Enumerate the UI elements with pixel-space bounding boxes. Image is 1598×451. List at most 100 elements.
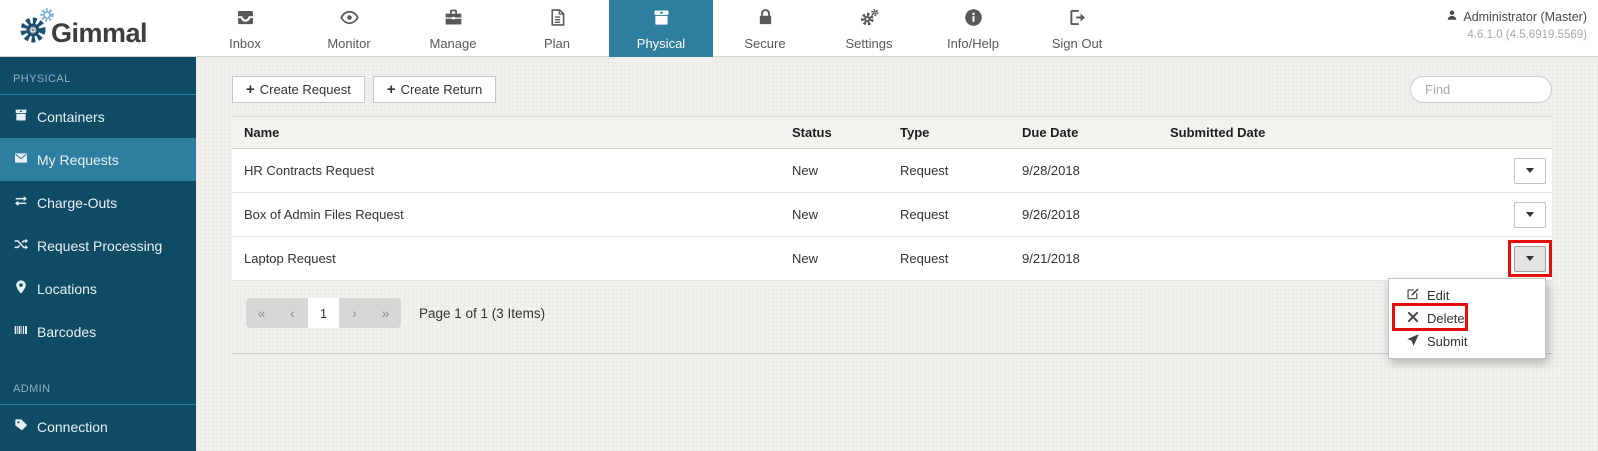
menu-item-label: Delete bbox=[1427, 311, 1465, 326]
column-header-submitted-date[interactable]: Submitted Date bbox=[1158, 125, 1308, 140]
cell-actions bbox=[1308, 158, 1552, 184]
nav-tab-plan[interactable]: Plan bbox=[505, 0, 609, 57]
content-divider bbox=[232, 353, 1552, 354]
column-header-status[interactable]: Status bbox=[780, 125, 888, 140]
pager-summary: Page 1 of 1 (3 Items) bbox=[419, 306, 545, 321]
cell-type: Request bbox=[888, 163, 1010, 178]
shuffle-icon bbox=[13, 236, 29, 255]
cell-due-date: 9/26/2018 bbox=[1010, 207, 1158, 222]
briefcase-icon bbox=[443, 7, 464, 33]
nav-tab-secure[interactable]: Secure bbox=[713, 0, 817, 57]
sidebar-item-connection[interactable]: Connection bbox=[0, 405, 196, 448]
pager-page-1-button[interactable]: 1 bbox=[308, 298, 339, 328]
menu-item-delete[interactable]: Delete bbox=[1389, 307, 1545, 330]
info-icon bbox=[963, 7, 984, 33]
create-request-label: Create Request bbox=[260, 82, 351, 97]
caret-down-icon bbox=[1526, 212, 1534, 217]
menu-item-label: Edit bbox=[1427, 288, 1449, 303]
column-header-type[interactable]: Type bbox=[888, 125, 1010, 140]
barcode-icon bbox=[13, 322, 29, 341]
main-content: + Create Request + Create Return Name St… bbox=[196, 57, 1598, 451]
user-name-row[interactable]: Administrator (Master) bbox=[1446, 9, 1587, 24]
sidebar-item-label: Barcodes bbox=[37, 324, 96, 340]
sidebar-section-admin: ADMIN bbox=[0, 353, 196, 404]
nav-tab-sign-out[interactable]: Sign Out bbox=[1025, 0, 1129, 57]
menu-item-submit[interactable]: Submit bbox=[1389, 330, 1545, 353]
nav-label: Secure bbox=[744, 36, 785, 51]
create-request-button[interactable]: + Create Request bbox=[232, 76, 365, 103]
plus-icon: + bbox=[246, 81, 255, 98]
row-actions-dropdown-button-open[interactable] bbox=[1514, 246, 1546, 272]
row-actions-dropdown-button[interactable] bbox=[1514, 202, 1546, 228]
nav-label: Physical bbox=[637, 36, 685, 51]
nav-label: Info/Help bbox=[947, 36, 999, 51]
sidebar-item-label: Containers bbox=[37, 109, 105, 125]
cell-status: New bbox=[780, 251, 888, 266]
sidebar-item-my-requests[interactable]: My Requests bbox=[0, 138, 196, 181]
cell-name: HR Contracts Request bbox=[232, 163, 780, 178]
sign-out-icon bbox=[1067, 7, 1088, 33]
toolbar: + Create Request + Create Return bbox=[232, 76, 1552, 103]
sidebar-item-label: Request Processing bbox=[37, 238, 162, 254]
cell-type: Request bbox=[888, 207, 1010, 222]
nav-tab-settings[interactable]: Settings bbox=[817, 0, 921, 57]
table-row[interactable]: Laptop Request New Request 9/21/2018 bbox=[232, 237, 1552, 281]
nav-label: Settings bbox=[846, 36, 893, 51]
edit-icon bbox=[1406, 287, 1420, 304]
column-header-due-date[interactable]: Due Date bbox=[1010, 125, 1158, 140]
sidebar-item-label: Locations bbox=[37, 281, 97, 297]
swap-arrows-icon bbox=[13, 193, 29, 212]
nav-tab-manage[interactable]: Manage bbox=[401, 0, 505, 57]
user-label: Administrator (Master) bbox=[1463, 10, 1587, 24]
sidebar-item-barcodes[interactable]: Barcodes bbox=[0, 310, 196, 353]
app-window: Gimmal Inbox Monitor Manage bbox=[0, 0, 1598, 451]
document-icon bbox=[547, 7, 568, 33]
x-icon bbox=[1406, 310, 1420, 327]
table-header-row: Name Status Type Due Date Submitted Date bbox=[232, 116, 1552, 149]
sidebar-item-request-processing[interactable]: Request Processing bbox=[0, 224, 196, 267]
sidebar-item-charge-outs[interactable]: Charge-Outs bbox=[0, 181, 196, 224]
row-actions-dropdown-button[interactable] bbox=[1514, 158, 1546, 184]
pager-next-button[interactable]: › bbox=[339, 298, 370, 328]
gears-icon bbox=[859, 7, 880, 33]
archive-box-icon bbox=[651, 7, 672, 33]
column-header-name[interactable]: Name bbox=[232, 125, 780, 140]
top-header: Gimmal Inbox Monitor Manage bbox=[0, 0, 1598, 57]
lock-icon bbox=[755, 7, 776, 33]
eye-icon bbox=[339, 7, 360, 33]
nav-tab-info-help[interactable]: Info/Help bbox=[921, 0, 1025, 57]
pager-last-button[interactable]: » bbox=[370, 298, 401, 328]
map-pin-icon bbox=[13, 279, 29, 298]
nav-tab-monitor[interactable]: Monitor bbox=[297, 0, 401, 57]
sidebar-item-label: Charge-Outs bbox=[37, 195, 117, 211]
container-box-icon bbox=[13, 107, 29, 126]
nav-label: Monitor bbox=[327, 36, 370, 51]
main-nav: Inbox Monitor Manage Plan bbox=[193, 0, 1129, 57]
row-actions-menu: Edit Delete Submit bbox=[1388, 278, 1546, 359]
caret-down-icon bbox=[1526, 168, 1534, 173]
sidebar: PHYSICAL Containers My Requests Charge-O… bbox=[0, 57, 196, 451]
create-return-button[interactable]: + Create Return bbox=[373, 76, 496, 103]
table-row[interactable]: Box of Admin Files Request New Request 9… bbox=[232, 193, 1552, 237]
nav-label: Sign Out bbox=[1052, 36, 1103, 51]
cell-actions bbox=[1308, 246, 1552, 272]
table-row[interactable]: HR Contracts Request New Request 9/28/20… bbox=[232, 149, 1552, 193]
user-info: Administrator (Master) 4.6.1.0 (4.5.6919… bbox=[1446, 9, 1587, 41]
plus-icon: + bbox=[387, 81, 396, 98]
caret-down-icon bbox=[1526, 256, 1534, 261]
sidebar-item-containers[interactable]: Containers bbox=[0, 95, 196, 138]
sidebar-item-locations[interactable]: Locations bbox=[0, 267, 196, 310]
find-input[interactable] bbox=[1410, 76, 1552, 103]
pager-prev-button[interactable]: ‹ bbox=[277, 298, 308, 328]
app-version: 4.6.1.0 (4.5.6919.5569) bbox=[1446, 29, 1587, 41]
menu-item-edit[interactable]: Edit bbox=[1389, 284, 1545, 307]
nav-tab-physical[interactable]: Physical bbox=[609, 0, 713, 57]
sidebar-item-label: Connection bbox=[37, 419, 108, 435]
tag-icon bbox=[13, 417, 29, 436]
menu-item-label: Submit bbox=[1427, 334, 1467, 349]
pager-first-button[interactable]: « bbox=[246, 298, 277, 328]
sidebar-item-label: My Requests bbox=[37, 152, 119, 168]
cell-actions bbox=[1308, 202, 1552, 228]
create-return-label: Create Return bbox=[401, 82, 483, 97]
nav-tab-inbox[interactable]: Inbox bbox=[193, 0, 297, 57]
